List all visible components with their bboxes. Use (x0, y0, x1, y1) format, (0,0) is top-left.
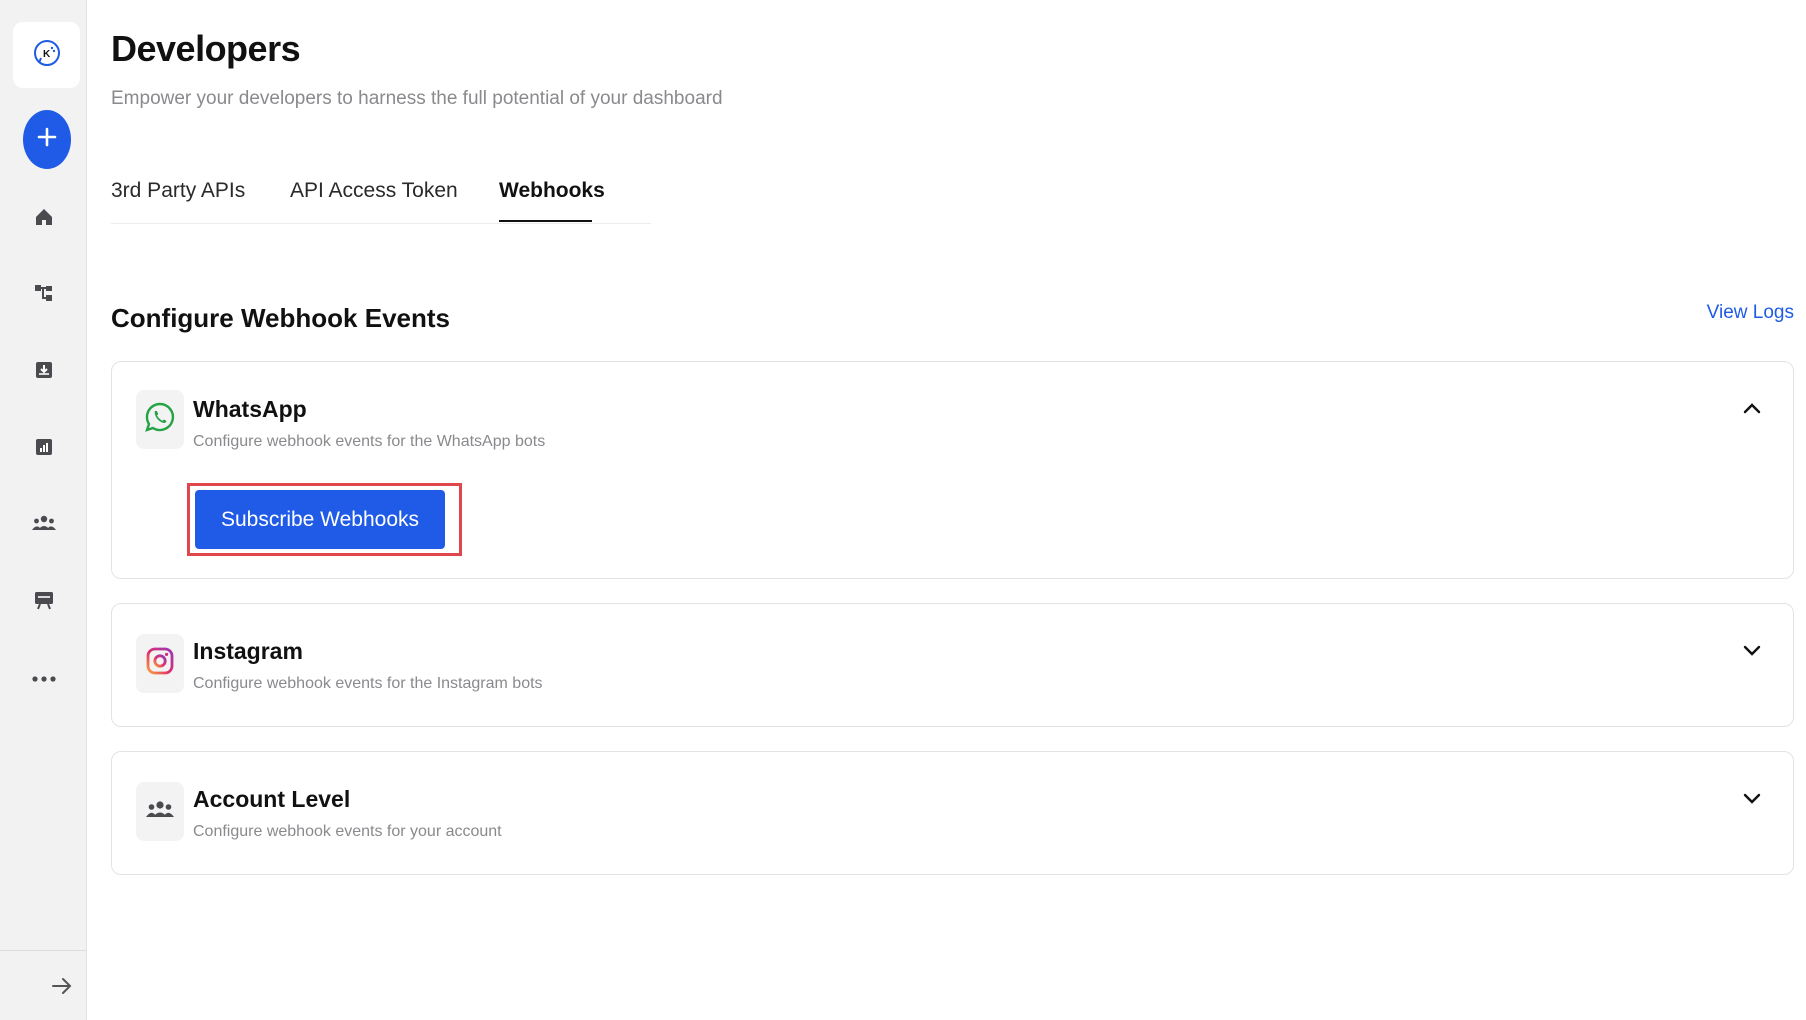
download-icon (33, 359, 55, 386)
sidebar-item-inbox[interactable] (24, 352, 64, 392)
account-icon-box (136, 782, 184, 841)
collapse-toggle[interactable] (1739, 397, 1765, 423)
svg-text:K: K (43, 49, 51, 60)
webhook-card-account-level: Account Level Configure webhook events f… (111, 751, 1794, 875)
tab-webhooks[interactable]: Webhooks (499, 179, 605, 203)
plus-icon (36, 126, 58, 153)
sidebar-item-flows[interactable] (24, 275, 64, 315)
app-root: K Developers Empower your developers to … (0, 0, 1806, 1020)
card-description: Configure webhook events for the Instagr… (193, 675, 543, 692)
sidebar-divider (0, 950, 87, 951)
card-title: Account Level (193, 786, 351, 812)
sidebar-item-home[interactable] (24, 199, 64, 239)
sidebar-item-more[interactable] (24, 659, 64, 699)
active-tab-indicator (499, 220, 592, 222)
users-icon (145, 798, 175, 825)
card-description: Configure webhook events for the WhatsAp… (193, 433, 546, 450)
webhook-card-whatsapp: WhatsApp Configure webhook events for th… (111, 361, 1794, 579)
home-icon (33, 206, 55, 233)
sidebar: K (0, 0, 87, 1020)
tab-bar: 3rd Party APIs API Access Token Webhooks (111, 175, 651, 224)
tab-api-access-token[interactable]: API Access Token (290, 179, 458, 203)
create-button[interactable] (23, 110, 71, 169)
logo[interactable]: K (13, 22, 80, 88)
view-logs-link[interactable]: View Logs (1707, 302, 1794, 324)
tab-3rd-party-apis[interactable]: 3rd Party APIs (111, 179, 245, 203)
billboard-icon (33, 589, 55, 616)
whatsapp-icon-box (136, 390, 184, 449)
webhook-card-instagram: Instagram Configure webhook events for t… (111, 603, 1794, 727)
card-description: Configure webhook events for your accoun… (193, 823, 502, 840)
sidebar-item-team[interactable] (24, 505, 64, 545)
chevron-up-icon (1743, 401, 1761, 419)
sidebar-item-broadcast[interactable] (24, 582, 64, 622)
card-title: WhatsApp (193, 396, 307, 422)
page-title: Developers (111, 28, 301, 69)
arrow-right-icon (50, 976, 74, 1001)
more-icon (31, 670, 57, 688)
logo-icon: K (31, 37, 63, 74)
flow-icon (33, 282, 55, 309)
subscribe-webhooks-button[interactable]: Subscribe Webhooks (195, 490, 445, 549)
sidebar-item-analytics[interactable] (24, 429, 64, 469)
expand-toggle[interactable] (1739, 639, 1765, 665)
instagram-icon-box (136, 634, 184, 693)
chevron-down-icon (1743, 791, 1761, 809)
instagram-icon (145, 646, 175, 681)
chevron-down-icon (1743, 643, 1761, 661)
whatsapp-icon (144, 401, 176, 438)
card-title: Instagram (193, 638, 303, 664)
collapse-sidebar-button[interactable] (44, 970, 80, 1006)
section-title: Configure Webhook Events (111, 303, 450, 333)
team-icon (31, 512, 57, 539)
analytics-icon (33, 436, 55, 463)
expand-toggle[interactable] (1739, 787, 1765, 813)
page-subtitle: Empower your developers to harness the f… (111, 88, 723, 109)
